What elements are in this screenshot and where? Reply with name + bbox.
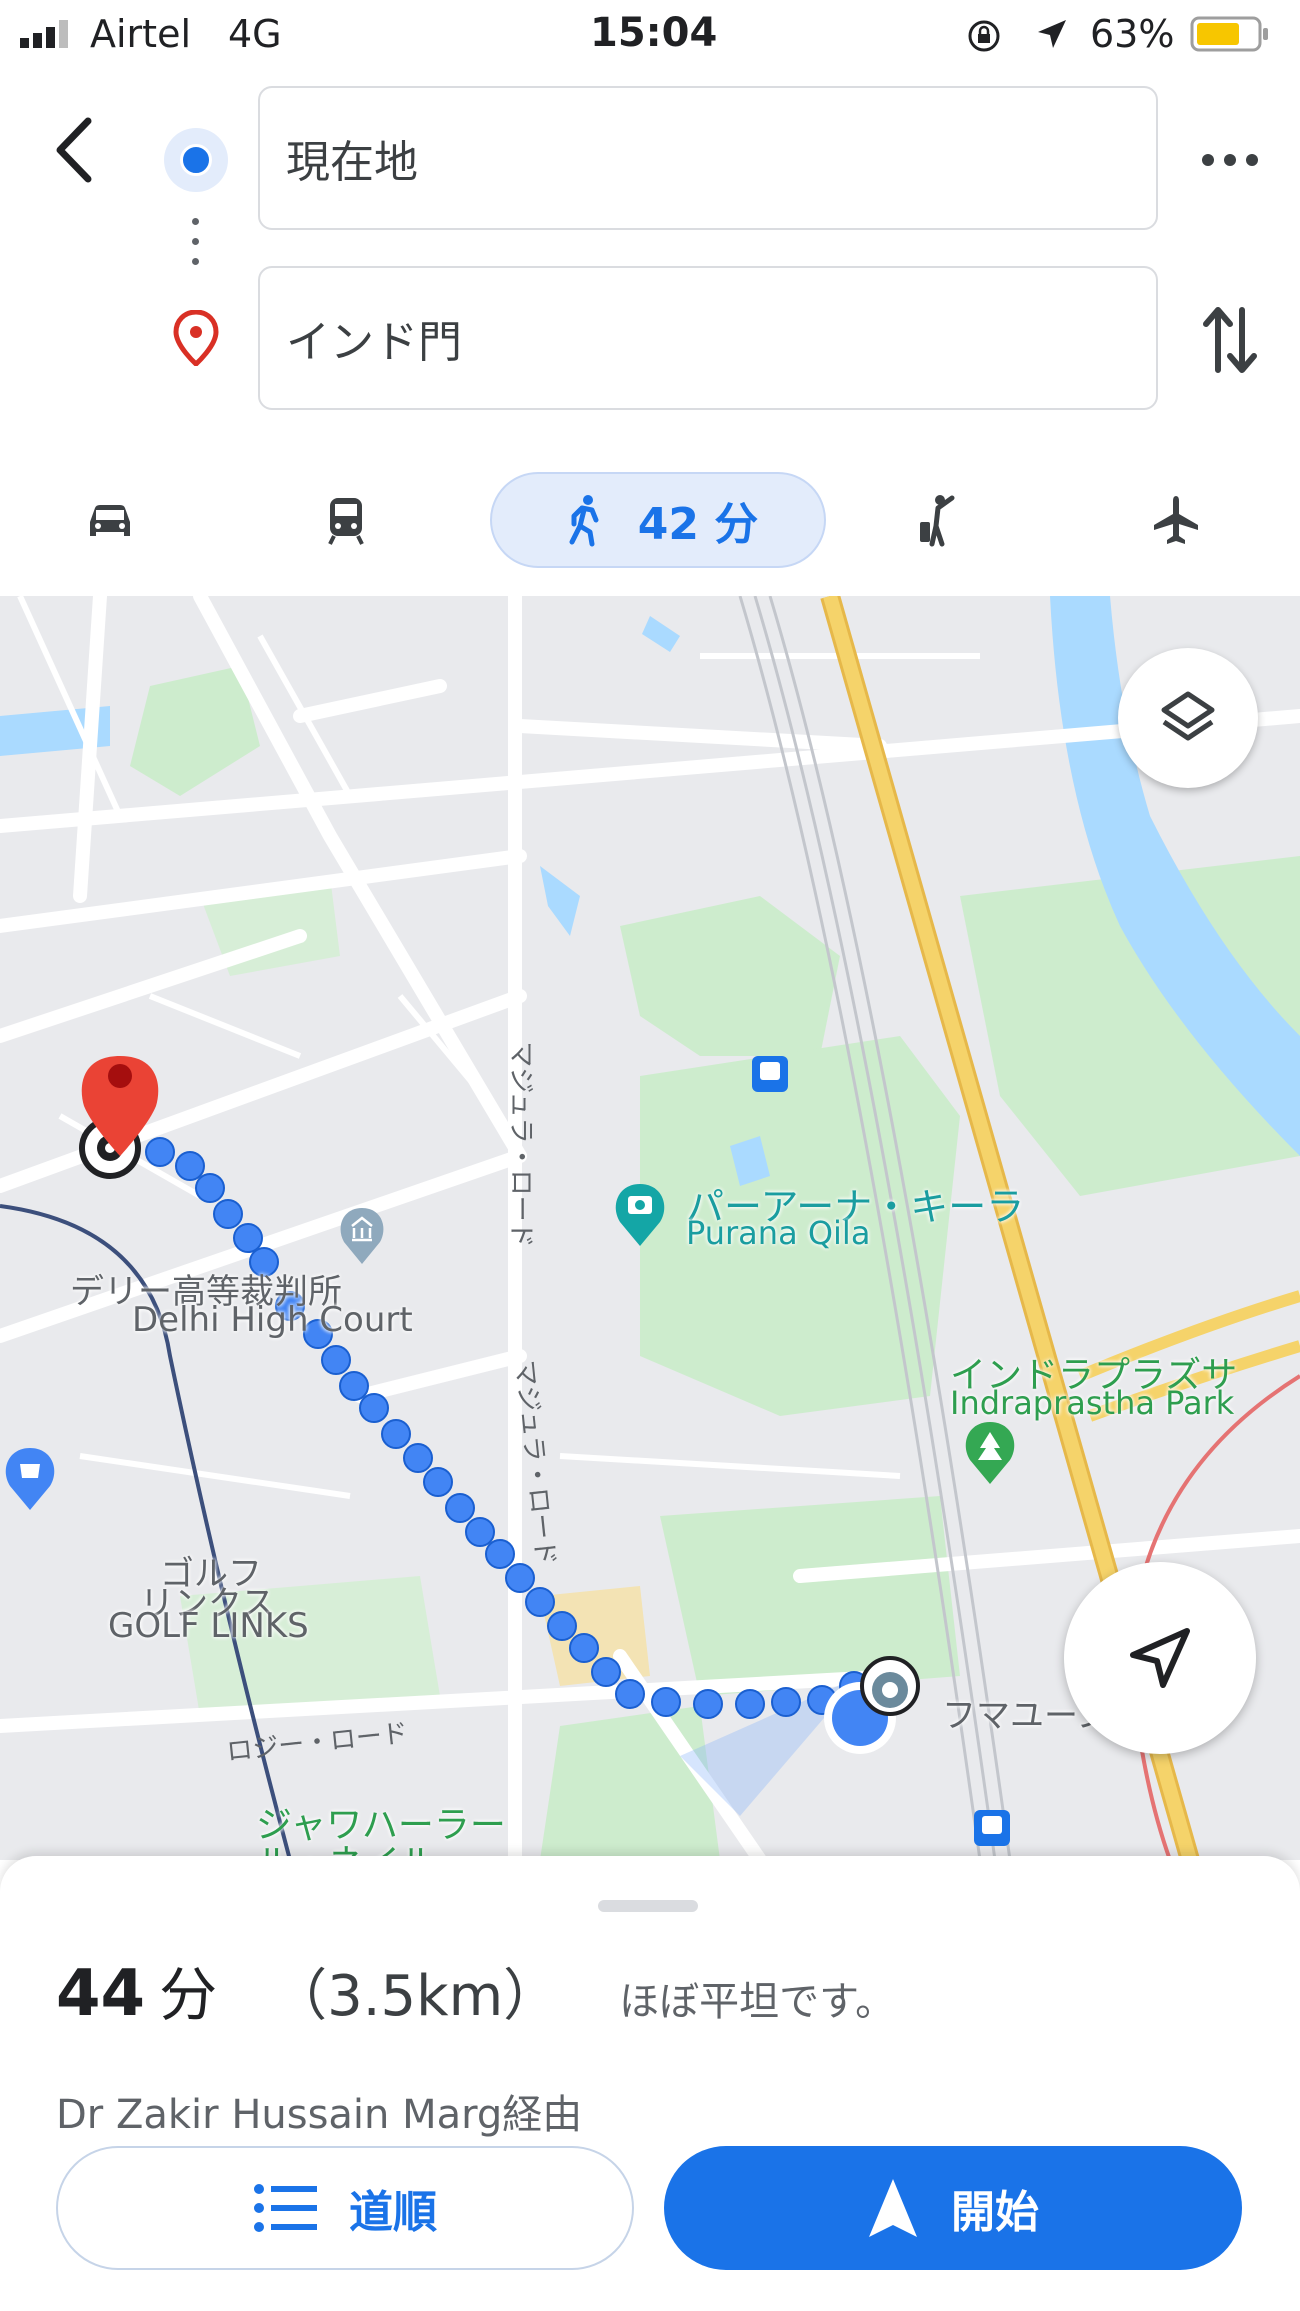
origin-dot-icon: [164, 128, 228, 192]
plane-icon: [1154, 496, 1198, 544]
tab-transit[interactable]: [296, 470, 396, 570]
route-summary-sheet[interactable]: 44 分 （3.5km） ほぼ平坦です。 Dr Zakir Hussain Ma…: [0, 1856, 1300, 2311]
travel-mode-tabs: 42 分: [0, 470, 1300, 570]
terrain-note: ほぼ平坦です。: [619, 1979, 896, 2025]
origin-field[interactable]: 現在地: [258, 86, 1158, 230]
clock: 15:04: [590, 10, 718, 56]
back-arrow-icon: [56, 117, 92, 183]
back-button[interactable]: [40, 110, 110, 190]
route-connector-dots: [192, 218, 200, 278]
origin-field-value: 現在地: [286, 137, 418, 188]
map-label-delhi-high-court-en: Delhi High Court: [132, 1300, 413, 1340]
navigation-arrow-icon: [1130, 1628, 1190, 1688]
start-button-label: 開始: [951, 2187, 1039, 2238]
route-via: Dr Zakir Hussain Marg経由: [56, 2092, 583, 2138]
layers-button[interactable]: [1118, 648, 1258, 788]
ride-hail-icon: [920, 495, 955, 547]
car-icon: [90, 505, 130, 536]
recenter-button[interactable]: [1064, 1562, 1256, 1754]
map-label-mathura-road-1: マジュラ・ロード: [505, 1041, 536, 1248]
more-options-button[interactable]: [1200, 140, 1260, 180]
layers-icon: [1161, 691, 1215, 741]
route-distance: （3.5km）: [271, 1964, 560, 2029]
destination-field[interactable]: インド門: [258, 266, 1158, 410]
tab-walk[interactable]: 42 分: [490, 472, 826, 568]
battery-percent: 63%: [1090, 12, 1175, 56]
carrier-name: Airtel: [90, 12, 192, 56]
steps-button-label: 道順: [349, 2187, 437, 2238]
duration-unit: 分: [159, 1961, 218, 2029]
drag-handle[interactable]: [598, 1900, 698, 1912]
location-arrow-icon: [1038, 20, 1066, 48]
list-icon: [254, 2184, 317, 2232]
map-view[interactable]: デリー高等裁判所 Delhi High Court パーアーナ・キーラ Pura…: [0, 596, 1300, 1860]
status-bar: Airtel 4G 15:04 63%: [0, 0, 1300, 68]
steps-button[interactable]: 道順: [56, 2146, 634, 2270]
more-icon: [1202, 154, 1258, 166]
signal-icon: [20, 20, 68, 48]
tab-ride-hail[interactable]: [890, 470, 990, 570]
map-label-purana-qila-en: Purana Qila: [686, 1214, 871, 1252]
route-summary: 44 分 （3.5km） ほぼ平坦です。: [56, 1948, 895, 2032]
start-button[interactable]: 開始: [664, 2146, 1242, 2270]
map-label-indraprastha-en: Indraprastha Park: [950, 1384, 1235, 1422]
destination-pin-icon: [173, 310, 219, 366]
train-icon: [328, 498, 364, 545]
walk-icon: [569, 495, 599, 547]
map-label-golf-links-en: GOLF LINKS: [108, 1606, 309, 1646]
battery-icon: [1190, 16, 1268, 52]
tab-flight[interactable]: [1126, 470, 1226, 570]
tab-car[interactable]: [60, 470, 160, 570]
tab-walk-duration: 42 分: [637, 499, 759, 550]
destination-field-value: インド門: [286, 317, 462, 368]
network-type: 4G: [228, 12, 282, 56]
swap-icon[interactable]: [1200, 300, 1260, 380]
navigation-start-icon: [869, 2179, 917, 2237]
orientation-lock-icon: [968, 20, 1000, 52]
duration-number: 44: [56, 1957, 146, 2031]
